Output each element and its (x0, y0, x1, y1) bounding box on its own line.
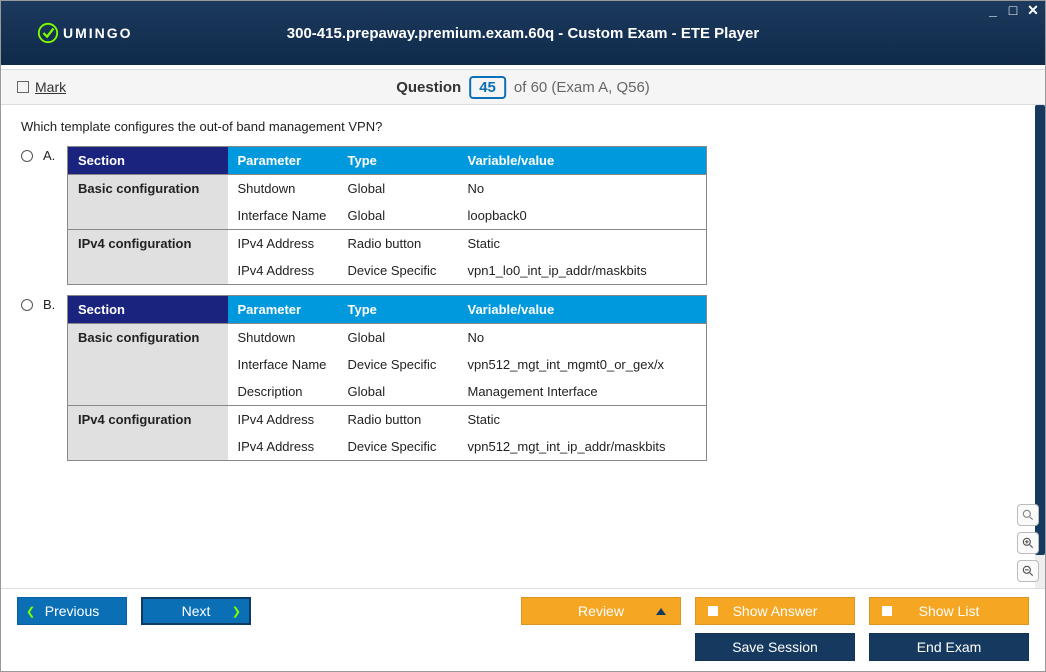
option-b: B. Section Parameter Type Variable/value… (21, 295, 1025, 465)
show-list-button[interactable]: Show List (869, 597, 1029, 625)
section-name: IPv4 configuration (68, 406, 228, 461)
brand-text: UMINGO (63, 25, 133, 41)
question-bar: Mark Question 45 of 60 (Exam A, Q56) (1, 69, 1045, 105)
chevron-right-icon: ❯ (232, 605, 241, 618)
cell-type: Global (338, 378, 458, 406)
maximize-button[interactable]: □ (1005, 3, 1021, 17)
mark-label: Mark (35, 79, 66, 95)
option-a-radio[interactable] (21, 150, 33, 162)
cell-param: Shutdown (228, 324, 338, 352)
review-button[interactable]: Review (521, 597, 681, 625)
checkbox-icon (882, 606, 892, 616)
question-counter: Question 45 of 60 (Exam A, Q56) (396, 76, 650, 99)
cell-param: IPv4 Address (228, 257, 338, 285)
header-type: Type (338, 147, 458, 175)
cell-param: Shutdown (228, 175, 338, 203)
triangle-up-icon (656, 608, 666, 615)
section-name: IPv4 configuration (68, 230, 228, 285)
question-word: Question (396, 79, 461, 96)
zoom-in-button[interactable] (1017, 532, 1039, 554)
cell-param: Description (228, 378, 338, 406)
option-b-letter: B. (43, 297, 57, 312)
cell-val: Static (458, 230, 707, 258)
zoom-reset-button[interactable] (1017, 504, 1039, 526)
section-name: Basic configuration (68, 324, 228, 406)
checkbox-icon (708, 606, 718, 616)
cell-type: Device Specific (338, 257, 458, 285)
question-total: of 60 (Exam A, Q56) (514, 79, 650, 96)
option-a-table: Section Parameter Type Variable/value Ba… (67, 146, 707, 285)
end-exam-button[interactable]: End Exam (869, 633, 1029, 661)
option-b-radio[interactable] (21, 299, 33, 311)
mark-checkbox[interactable] (17, 81, 29, 93)
cell-param: IPv4 Address (228, 406, 338, 434)
cell-param: Interface Name (228, 202, 338, 230)
cell-param: Interface Name (228, 351, 338, 378)
content-area: Which template configures the out-of ban… (1, 105, 1045, 588)
titlebar: UMINGO 300-415.prepaway.premium.exam.60q… (1, 1, 1045, 65)
end-exam-label: End Exam (917, 639, 982, 655)
minimize-button[interactable]: _ (985, 3, 1001, 17)
header-section: Section (68, 147, 228, 175)
cell-type: Global (338, 175, 458, 203)
cell-val: Management Interface (458, 378, 707, 406)
zoom-tools (1017, 504, 1039, 582)
zoom-out-button[interactable] (1017, 560, 1039, 582)
header-type: Type (338, 296, 458, 324)
chevron-left-icon: ❮ (26, 605, 35, 618)
previous-label: Previous (45, 603, 99, 619)
option-a-letter: A. (43, 148, 57, 163)
app-window: UMINGO 300-415.prepaway.premium.exam.60q… (0, 0, 1046, 672)
show-list-label: Show List (919, 603, 980, 619)
next-label: Next (182, 603, 211, 619)
show-answer-button[interactable]: Show Answer (695, 597, 855, 625)
header-varval: Variable/value (458, 147, 707, 175)
next-button[interactable]: Next ❯ (141, 597, 251, 625)
save-session-label: Save Session (732, 639, 818, 655)
previous-button[interactable]: ❮ Previous (17, 597, 127, 625)
logo-checkmark-icon (37, 22, 59, 44)
show-answer-label: Show Answer (733, 603, 818, 619)
cell-val: Static (458, 406, 707, 434)
window-title: 300-415.prepaway.premium.exam.60q - Cust… (287, 25, 759, 42)
close-button[interactable]: ✕ (1025, 3, 1041, 17)
header-varval: Variable/value (458, 296, 707, 324)
section-name: Basic configuration (68, 175, 228, 230)
cell-val: loopback0 (458, 202, 707, 230)
option-a: A. Section Parameter Type Variable/value… (21, 146, 1025, 289)
cell-val: No (458, 175, 707, 203)
cell-val: vpn1_lo0_int_ip_addr/maskbits (458, 257, 707, 285)
cell-type: Radio button (338, 230, 458, 258)
window-controls: _ □ ✕ (985, 3, 1041, 17)
cell-param: IPv4 Address (228, 230, 338, 258)
save-session-button[interactable]: Save Session (695, 633, 855, 661)
cell-type: Device Specific (338, 351, 458, 378)
mark-toggle[interactable]: Mark (17, 79, 66, 95)
header-parameter: Parameter (228, 147, 338, 175)
cell-val: No (458, 324, 707, 352)
cell-type: Device Specific (338, 433, 458, 461)
cell-type: Global (338, 202, 458, 230)
footer: ❮ Previous Next ❯ Review Show Answer Sho… (1, 588, 1045, 671)
header-section: Section (68, 296, 228, 324)
cell-val: vpn512_mgt_int_mgmt0_or_gex/x (458, 351, 707, 378)
cell-val: vpn512_mgt_int_ip_addr/maskbits (458, 433, 707, 461)
question-number: 45 (469, 76, 506, 99)
option-b-table: Section Parameter Type Variable/value Ba… (67, 295, 707, 461)
scroll-thumb[interactable] (1035, 105, 1045, 555)
question-text: Which template configures the out-of ban… (21, 119, 1025, 134)
content-scroll[interactable]: Which template configures the out-of ban… (1, 105, 1045, 588)
brand-logo: UMINGO (37, 22, 133, 44)
cell-type: Radio button (338, 406, 458, 434)
cell-param: IPv4 Address (228, 433, 338, 461)
review-label: Review (578, 603, 624, 619)
cell-type: Global (338, 324, 458, 352)
header-parameter: Parameter (228, 296, 338, 324)
